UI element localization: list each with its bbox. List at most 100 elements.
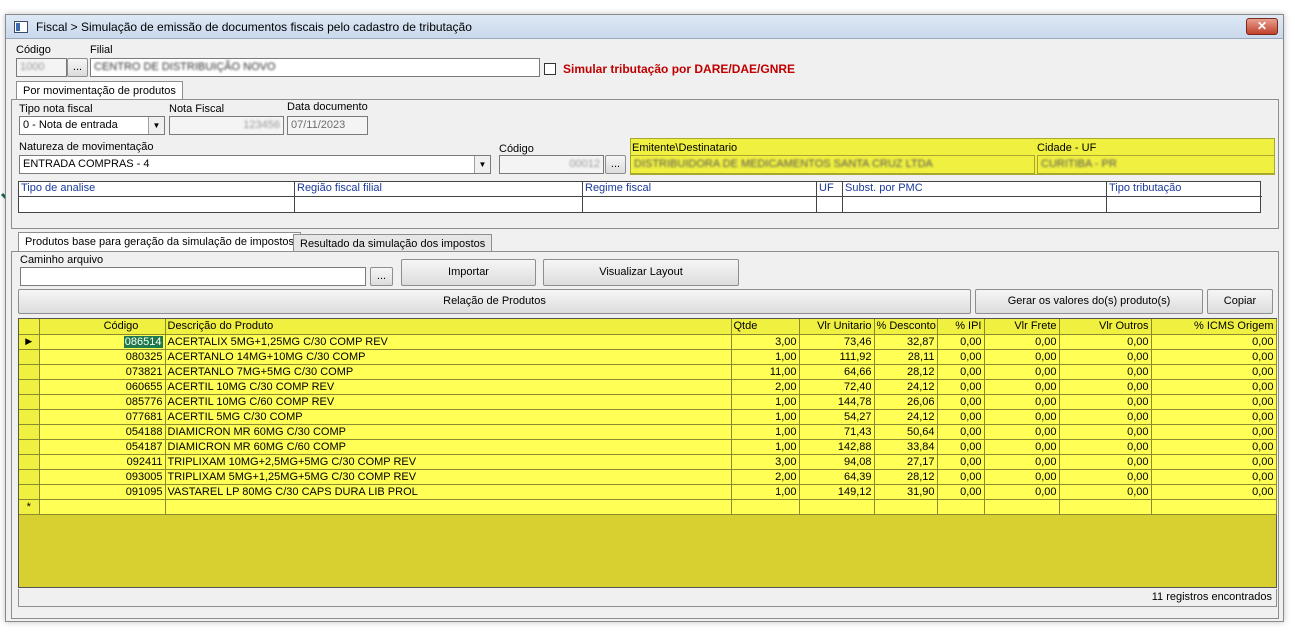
table-cell-descricao[interactable]: ACERTIL 10MG C/60 COMP REV: [165, 394, 732, 410]
visualizar-layout-button[interactable]: Visualizar Layout: [543, 259, 739, 286]
table-cell-qtde[interactable]: 3,00: [731, 334, 800, 350]
caminho-browse-button[interactable]: ...: [370, 267, 393, 286]
table-cell-descricao[interactable]: TRIPLIXAM 10MG+2,5MG+5MG C/30 COMP REV: [165, 454, 732, 470]
table-cell-qtde[interactable]: 2,00: [731, 469, 800, 485]
table-row[interactable]: 077681 ACERTIL 5MG C/30 COMP 1,00 54,27 24,1…: [19, 409, 1277, 425]
simular-label[interactable]: Simular tributação por DARE/DAE/GNRE: [563, 62, 795, 76]
table-cell-icms[interactable]: 0,00: [1151, 349, 1277, 365]
table-cell-frete[interactable]: 0,00: [984, 454, 1060, 470]
table-cell-vlr_unitario[interactable]: 142,88: [799, 439, 875, 455]
col-codigo[interactable]: Código: [39, 319, 166, 335]
table-cell-vlr_unitario[interactable]: 71,43: [799, 424, 875, 440]
table-cell-outros[interactable]: 0,00: [1059, 469, 1152, 485]
table-cell-desconto[interactable]: 31,90: [874, 484, 938, 500]
table-cell-icms[interactable]: 0,00: [1151, 439, 1277, 455]
table-row[interactable]: 092411 TRIPLIXAM 10MG+2,5MG+5MG C/30 COMP…: [19, 454, 1277, 470]
table-cell-vlr_unitario[interactable]: 144,78: [799, 394, 875, 410]
row-indicator[interactable]: [19, 424, 40, 440]
table-cell-icms[interactable]: 0,00: [1151, 364, 1277, 380]
table-cell-codigo[interactable]: 054188: [39, 424, 166, 440]
current-row-indicator[interactable]: ▶: [19, 334, 40, 350]
row-indicator[interactable]: [19, 439, 40, 455]
table-cell-descricao[interactable]: TRIPLIXAM 5MG+1,25MG+5MG C/30 COMP REV: [165, 469, 732, 485]
table-cell-codigo[interactable]: 080325: [39, 349, 166, 365]
table-cell-empty[interactable]: [799, 499, 875, 515]
table-cell-desconto[interactable]: 28,11: [874, 349, 938, 365]
row-indicator[interactable]: [19, 469, 40, 485]
table-cell-qtde[interactable]: 2,00: [731, 379, 800, 395]
table-cell-ipi[interactable]: 0,00: [937, 379, 985, 395]
table-cell-ipi[interactable]: 0,00: [937, 334, 985, 350]
table-cell-vlr_unitario[interactable]: 111,92: [799, 349, 875, 365]
table-row[interactable]: ▶ 086514 ACERTALIX 5MG+1,25MG C/30 COMP RE…: [19, 334, 1277, 350]
table-cell-frete[interactable]: 0,00: [984, 334, 1060, 350]
row-indicator[interactable]: [19, 364, 40, 380]
table-cell-frete[interactable]: 0,00: [984, 394, 1060, 410]
table-cell-icms[interactable]: 0,00: [1151, 484, 1277, 500]
row-indicator[interactable]: [19, 409, 40, 425]
importar-button[interactable]: Importar: [401, 259, 536, 286]
table-cell-frete[interactable]: 0,00: [984, 469, 1060, 485]
table-cell-ipi[interactable]: 0,00: [937, 454, 985, 470]
table-cell-vlr_unitario[interactable]: 149,12: [799, 484, 875, 500]
table-cell-outros[interactable]: 0,00: [1059, 349, 1152, 365]
relacao-produtos-button[interactable]: Relação de Produtos: [18, 289, 971, 314]
table-cell-descricao[interactable]: DIAMICRON MR 60MG C/60 COMP: [165, 439, 732, 455]
table-cell-frete[interactable]: 0,00: [984, 349, 1060, 365]
table-row[interactable]: 091095 VASTAREL LP 80MG C/30 CAPS DURA LI…: [19, 484, 1277, 500]
data-doc-field[interactable]: 07/11/2023: [287, 116, 368, 135]
table-cell-empty[interactable]: [874, 499, 938, 515]
table-cell-ipi[interactable]: 0,00: [937, 469, 985, 485]
table-cell-descricao[interactable]: ACERTALIX 5MG+1,25MG C/30 COMP REV: [165, 334, 732, 350]
table-cell-codigo[interactable]: 077681: [39, 409, 166, 425]
table-cell-icms[interactable]: 0,00: [1151, 379, 1277, 395]
table-cell-empty[interactable]: [1151, 499, 1277, 515]
table-cell-outros[interactable]: 0,00: [1059, 379, 1152, 395]
table-cell-descricao[interactable]: VASTAREL LP 80MG C/30 CAPS DURA LIB PROL: [165, 484, 732, 500]
codigo-emitente-field[interactable]: 00012: [499, 155, 604, 174]
table-cell-ipi[interactable]: 0,00: [937, 424, 985, 440]
table-cell-outros[interactable]: 0,00: [1059, 334, 1152, 350]
codigo-search-button[interactable]: ...: [67, 58, 88, 77]
table-cell-vlr_unitario[interactable]: 94,08: [799, 454, 875, 470]
table-row[interactable]: 080325 ACERTANLO 14MG+10MG C/30 COMP 1,00 1…: [19, 349, 1277, 365]
simular-checkbox[interactable]: [544, 63, 556, 75]
table-cell-descricao[interactable]: ACERTIL 10MG C/30 COMP REV: [165, 379, 732, 395]
table-cell-ipi[interactable]: 0,00: [937, 364, 985, 380]
tab-por-movimentacao[interactable]: Por movimentação de produtos: [16, 81, 183, 100]
table-cell-qtde[interactable]: 1,00: [731, 484, 800, 500]
table-cell-descricao[interactable]: ACERTANLO 14MG+10MG C/30 COMP: [165, 349, 732, 365]
row-indicator[interactable]: [19, 394, 40, 410]
table-cell-codigo[interactable]: 086514: [39, 334, 166, 350]
table-cell-vlr_unitario[interactable]: 54,27: [799, 409, 875, 425]
table-cell-vlr_unitario[interactable]: 64,39: [799, 469, 875, 485]
table-cell-vlr_unitario[interactable]: 73,46: [799, 334, 875, 350]
table-cell-codigo[interactable]: 073821: [39, 364, 166, 380]
table-cell-outros[interactable]: 0,00: [1059, 424, 1152, 440]
chevron-down-icon[interactable]: ▼: [474, 156, 490, 173]
table-cell-codigo[interactable]: 060655: [39, 379, 166, 395]
table-cell-codigo[interactable]: 092411: [39, 454, 166, 470]
gerar-valores-button[interactable]: Gerar os valores do(s) produto(s): [975, 289, 1203, 314]
table-cell-descricao[interactable]: DIAMICRON MR 60MG C/30 COMP: [165, 424, 732, 440]
table-cell-qtde[interactable]: 1,00: [731, 394, 800, 410]
table-cell-codigo[interactable]: 091095: [39, 484, 166, 500]
table-cell-vlr_unitario[interactable]: 72,40: [799, 379, 875, 395]
table-cell-empty[interactable]: [731, 499, 800, 515]
col-qtde[interactable]: Qtde: [731, 319, 800, 335]
table-cell-empty[interactable]: [937, 499, 985, 515]
table-cell-ipi[interactable]: 0,00: [937, 349, 985, 365]
col-ipi[interactable]: % IPI: [937, 319, 985, 335]
table-row[interactable]: 073821 ACERTANLO 7MG+5MG C/30 COMP 11,00 64…: [19, 364, 1277, 380]
table-cell-qtde[interactable]: 1,00: [731, 409, 800, 425]
table-cell-frete[interactable]: 0,00: [984, 424, 1060, 440]
table-row[interactable]: 054188 DIAMICRON MR 60MG C/30 COMP 1,00 71,…: [19, 424, 1277, 440]
chevron-down-icon[interactable]: ▼: [148, 117, 164, 134]
table-cell-desconto[interactable]: 27,17: [874, 454, 938, 470]
table-cell-empty[interactable]: [39, 499, 166, 515]
table-cell-outros[interactable]: 0,00: [1059, 484, 1152, 500]
table-cell-empty[interactable]: [165, 499, 732, 515]
copiar-button[interactable]: Copiar: [1207, 289, 1273, 314]
table-cell-qtde[interactable]: 1,00: [731, 349, 800, 365]
table-cell-frete[interactable]: 0,00: [984, 439, 1060, 455]
